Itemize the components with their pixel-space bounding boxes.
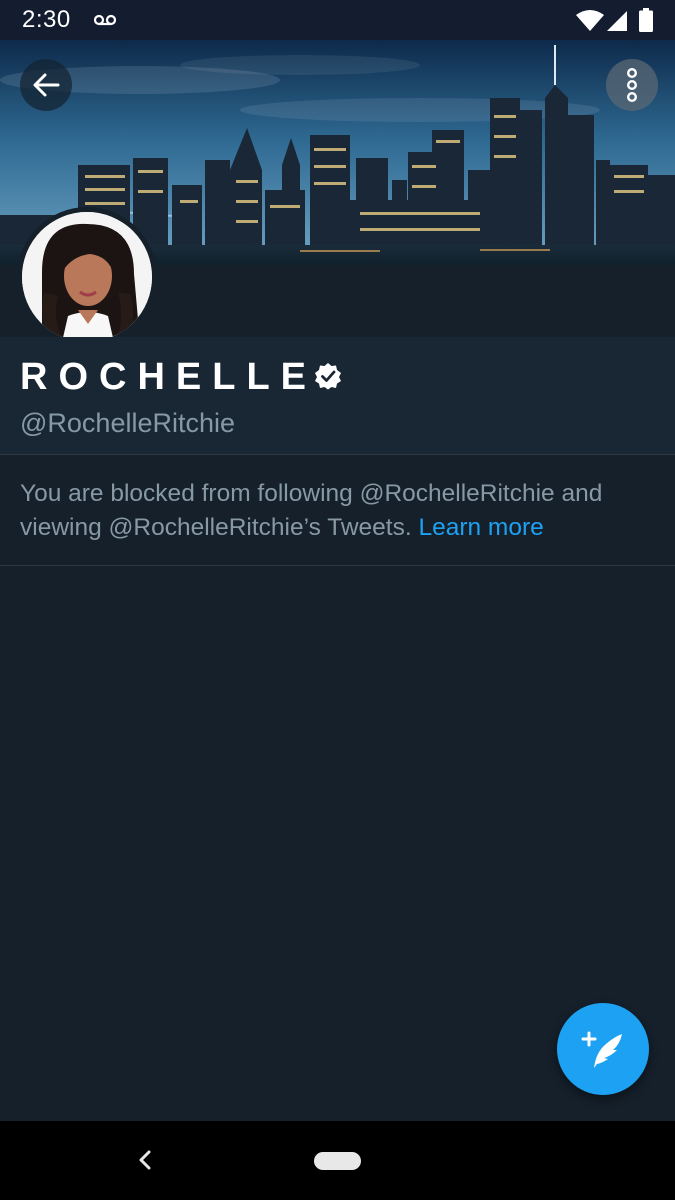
- avatar[interactable]: [17, 207, 157, 347]
- nav-back-button[interactable]: [134, 1149, 156, 1176]
- cellular-signal-icon: [606, 10, 628, 37]
- profile-display-name: ROCHELLE: [20, 355, 342, 400]
- back-button[interactable]: [20, 59, 72, 111]
- arrow-left-icon: [33, 73, 60, 97]
- more-options-button[interactable]: [606, 59, 658, 111]
- chevron-left-icon: [139, 1150, 151, 1170]
- profile-photo: [22, 212, 152, 342]
- profile-handle: @RochelleRitchie: [20, 408, 235, 438]
- wifi-icon: [576, 10, 604, 37]
- status-time: 2:30: [22, 6, 71, 33]
- more-vertical-icon: [627, 68, 637, 102]
- compose-tweet-button[interactable]: [557, 1003, 649, 1095]
- battery-icon: [639, 8, 653, 37]
- divider: [0, 565, 675, 566]
- display-name-text: ROCHELLE: [20, 356, 317, 398]
- status-bar: 2:30: [0, 0, 675, 40]
- voicemail-icon: [93, 13, 117, 31]
- verified-badge-icon: [314, 357, 342, 400]
- compose-tweet-icon: [581, 1031, 622, 1068]
- home-pill-button[interactable]: [314, 1152, 361, 1170]
- blocked-notice: You are blocked from following @Rochelle…: [20, 477, 660, 545]
- learn-more-link[interactable]: Learn more: [418, 514, 543, 541]
- system-navigation-bar: [0, 1121, 675, 1200]
